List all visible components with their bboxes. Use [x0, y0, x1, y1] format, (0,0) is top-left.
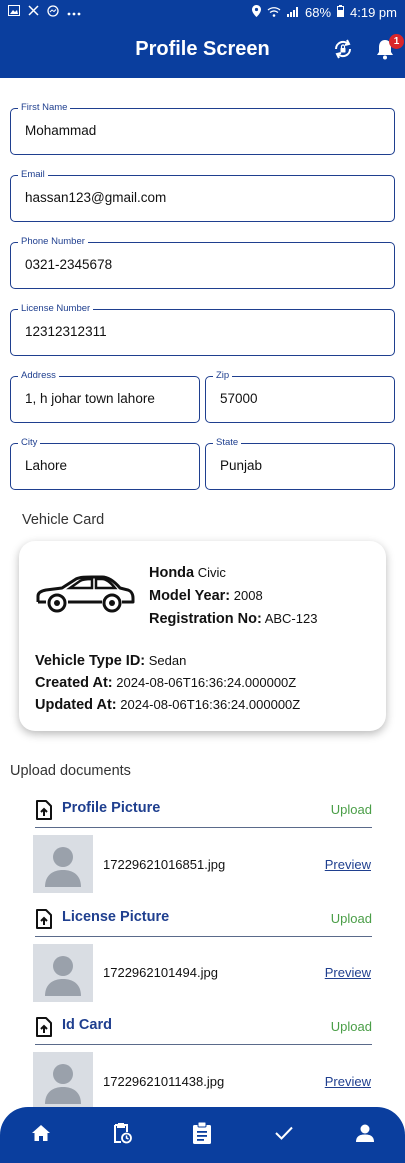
nav-profile[interactable]	[353, 1123, 377, 1147]
vehicle-updated: Updated At: 2024-08-06T16:36:24.000000Z	[35, 697, 300, 713]
app-bar: Profile Screen 1	[0, 24, 405, 78]
registration-label: Registration No:	[149, 611, 262, 627]
bottom-navigation	[0, 1107, 405, 1163]
city-input[interactable]	[25, 458, 191, 473]
document-title: Profile Picture	[62, 800, 161, 816]
updated-value: 2024-08-06T16:36:24.000000Z	[120, 697, 301, 712]
phone-input[interactable]	[25, 257, 386, 272]
upload-button[interactable]: Upload	[331, 802, 372, 817]
document-filename: 17229621016851.jpg	[103, 857, 226, 872]
created-value: 2024-08-06T16:36:24.000000Z	[116, 675, 297, 690]
sync-icon	[332, 38, 354, 65]
registration-value: ABC-123	[264, 611, 318, 626]
nav-tasks[interactable]	[190, 1121, 214, 1149]
address-label: Address	[18, 370, 59, 381]
state-field[interactable]: State	[205, 437, 395, 490]
notifications-button[interactable]: 1	[372, 34, 404, 64]
email-label: Email	[18, 169, 48, 180]
document-thumbnail	[33, 944, 93, 1002]
updated-label: Updated At:	[35, 697, 117, 713]
home-icon	[32, 1124, 50, 1146]
more-icon	[67, 5, 81, 19]
nav-history[interactable]	[110, 1122, 134, 1149]
upload-button[interactable]: Upload	[331, 1019, 372, 1034]
messenger-icon	[47, 4, 59, 20]
vehicle-make: Honda	[149, 565, 195, 581]
license-field[interactable]: License Number	[10, 303, 395, 356]
gallery-icon	[8, 5, 20, 19]
phone-label: Phone Number	[18, 236, 88, 247]
zip-input[interactable]	[220, 391, 386, 406]
person-placeholder-icon	[33, 847, 93, 893]
vehicle-card-heading: Vehicle Card	[22, 512, 105, 528]
phone-field[interactable]: Phone Number	[10, 236, 395, 289]
email-field[interactable]: Email	[10, 169, 395, 222]
state-label: State	[213, 437, 242, 448]
email-input[interactable]	[25, 190, 386, 205]
city-field[interactable]: City	[10, 437, 200, 490]
status-bar: 68% 4:19 pm	[0, 0, 405, 24]
person-placeholder-icon	[33, 1064, 93, 1107]
upload-documents-heading: Upload documents	[10, 763, 131, 779]
zip-label: Zip	[213, 370, 233, 381]
vehicle-card[interactable]: Honda Civic Model Year: 2008 Registratio…	[19, 541, 386, 731]
preview-link[interactable]: Preview	[325, 857, 371, 872]
preview-link[interactable]: Preview	[325, 965, 371, 980]
document-filename: 17229621011438.jpg	[103, 1074, 225, 1089]
document-filename: 1722962101494.jpg	[103, 965, 218, 980]
document-title: Id Card	[62, 1017, 112, 1033]
vehicle-make-model: Honda Civic	[149, 565, 226, 581]
document-header-id-card: Id Card Upload	[35, 1013, 372, 1045]
person-icon	[356, 1124, 374, 1147]
model-year-value: 2008	[233, 588, 263, 603]
address-input[interactable]	[25, 391, 191, 406]
license-input[interactable]	[25, 324, 386, 339]
person-placeholder-icon	[33, 956, 93, 1002]
vehicle-model: Civic	[197, 565, 226, 580]
vehicle-created: Created At: 2024-08-06T16:36:24.000000Z	[35, 675, 296, 691]
document-thumbnail	[33, 1052, 93, 1107]
document-header-profile-picture: Profile Picture Upload	[35, 796, 372, 828]
document-thumbnail	[33, 835, 93, 893]
city-label: City	[18, 437, 41, 448]
clock-time: 4:19 pm	[350, 4, 397, 20]
document-header-license-picture: License Picture Upload	[35, 905, 372, 937]
state-input[interactable]	[220, 458, 386, 473]
address-field[interactable]: Address	[10, 370, 200, 423]
nav-home[interactable]	[29, 1123, 53, 1147]
preview-link[interactable]: Preview	[325, 1074, 371, 1089]
first-name-input[interactable]	[25, 123, 386, 138]
first-name-field[interactable]: First Name	[10, 102, 395, 155]
zip-field[interactable]: Zip	[205, 370, 395, 423]
upload-file-icon	[35, 909, 53, 934]
location-icon	[251, 4, 261, 20]
type-label: Vehicle Type ID:	[35, 653, 146, 669]
model-year-label: Model Year:	[149, 588, 231, 604]
upload-file-icon	[35, 800, 53, 825]
sync-button[interactable]	[330, 38, 356, 64]
clipboard-icon	[193, 1121, 211, 1149]
car-icon	[34, 574, 136, 621]
vehicle-model-year: Model Year: 2008	[149, 588, 263, 604]
wifi-icon	[267, 5, 281, 20]
upload-button[interactable]: Upload	[331, 911, 372, 926]
license-label: License Number	[18, 303, 94, 314]
x-icon	[28, 5, 39, 19]
type-value: Sedan	[148, 653, 187, 668]
nav-completed[interactable]	[272, 1123, 296, 1147]
clipboard-clock-icon	[112, 1122, 132, 1149]
vehicle-registration: Registration No: ABC-123	[149, 611, 317, 627]
check-icon	[275, 1126, 293, 1145]
notification-badge: 1	[389, 34, 404, 49]
battery-icon	[337, 4, 345, 20]
signal-icon	[286, 5, 299, 20]
first-name-label: First Name	[18, 102, 71, 113]
upload-file-icon	[35, 1017, 53, 1042]
document-title: License Picture	[62, 909, 170, 925]
created-label: Created At:	[35, 675, 113, 691]
vehicle-type: Vehicle Type ID: Sedan	[35, 653, 186, 669]
